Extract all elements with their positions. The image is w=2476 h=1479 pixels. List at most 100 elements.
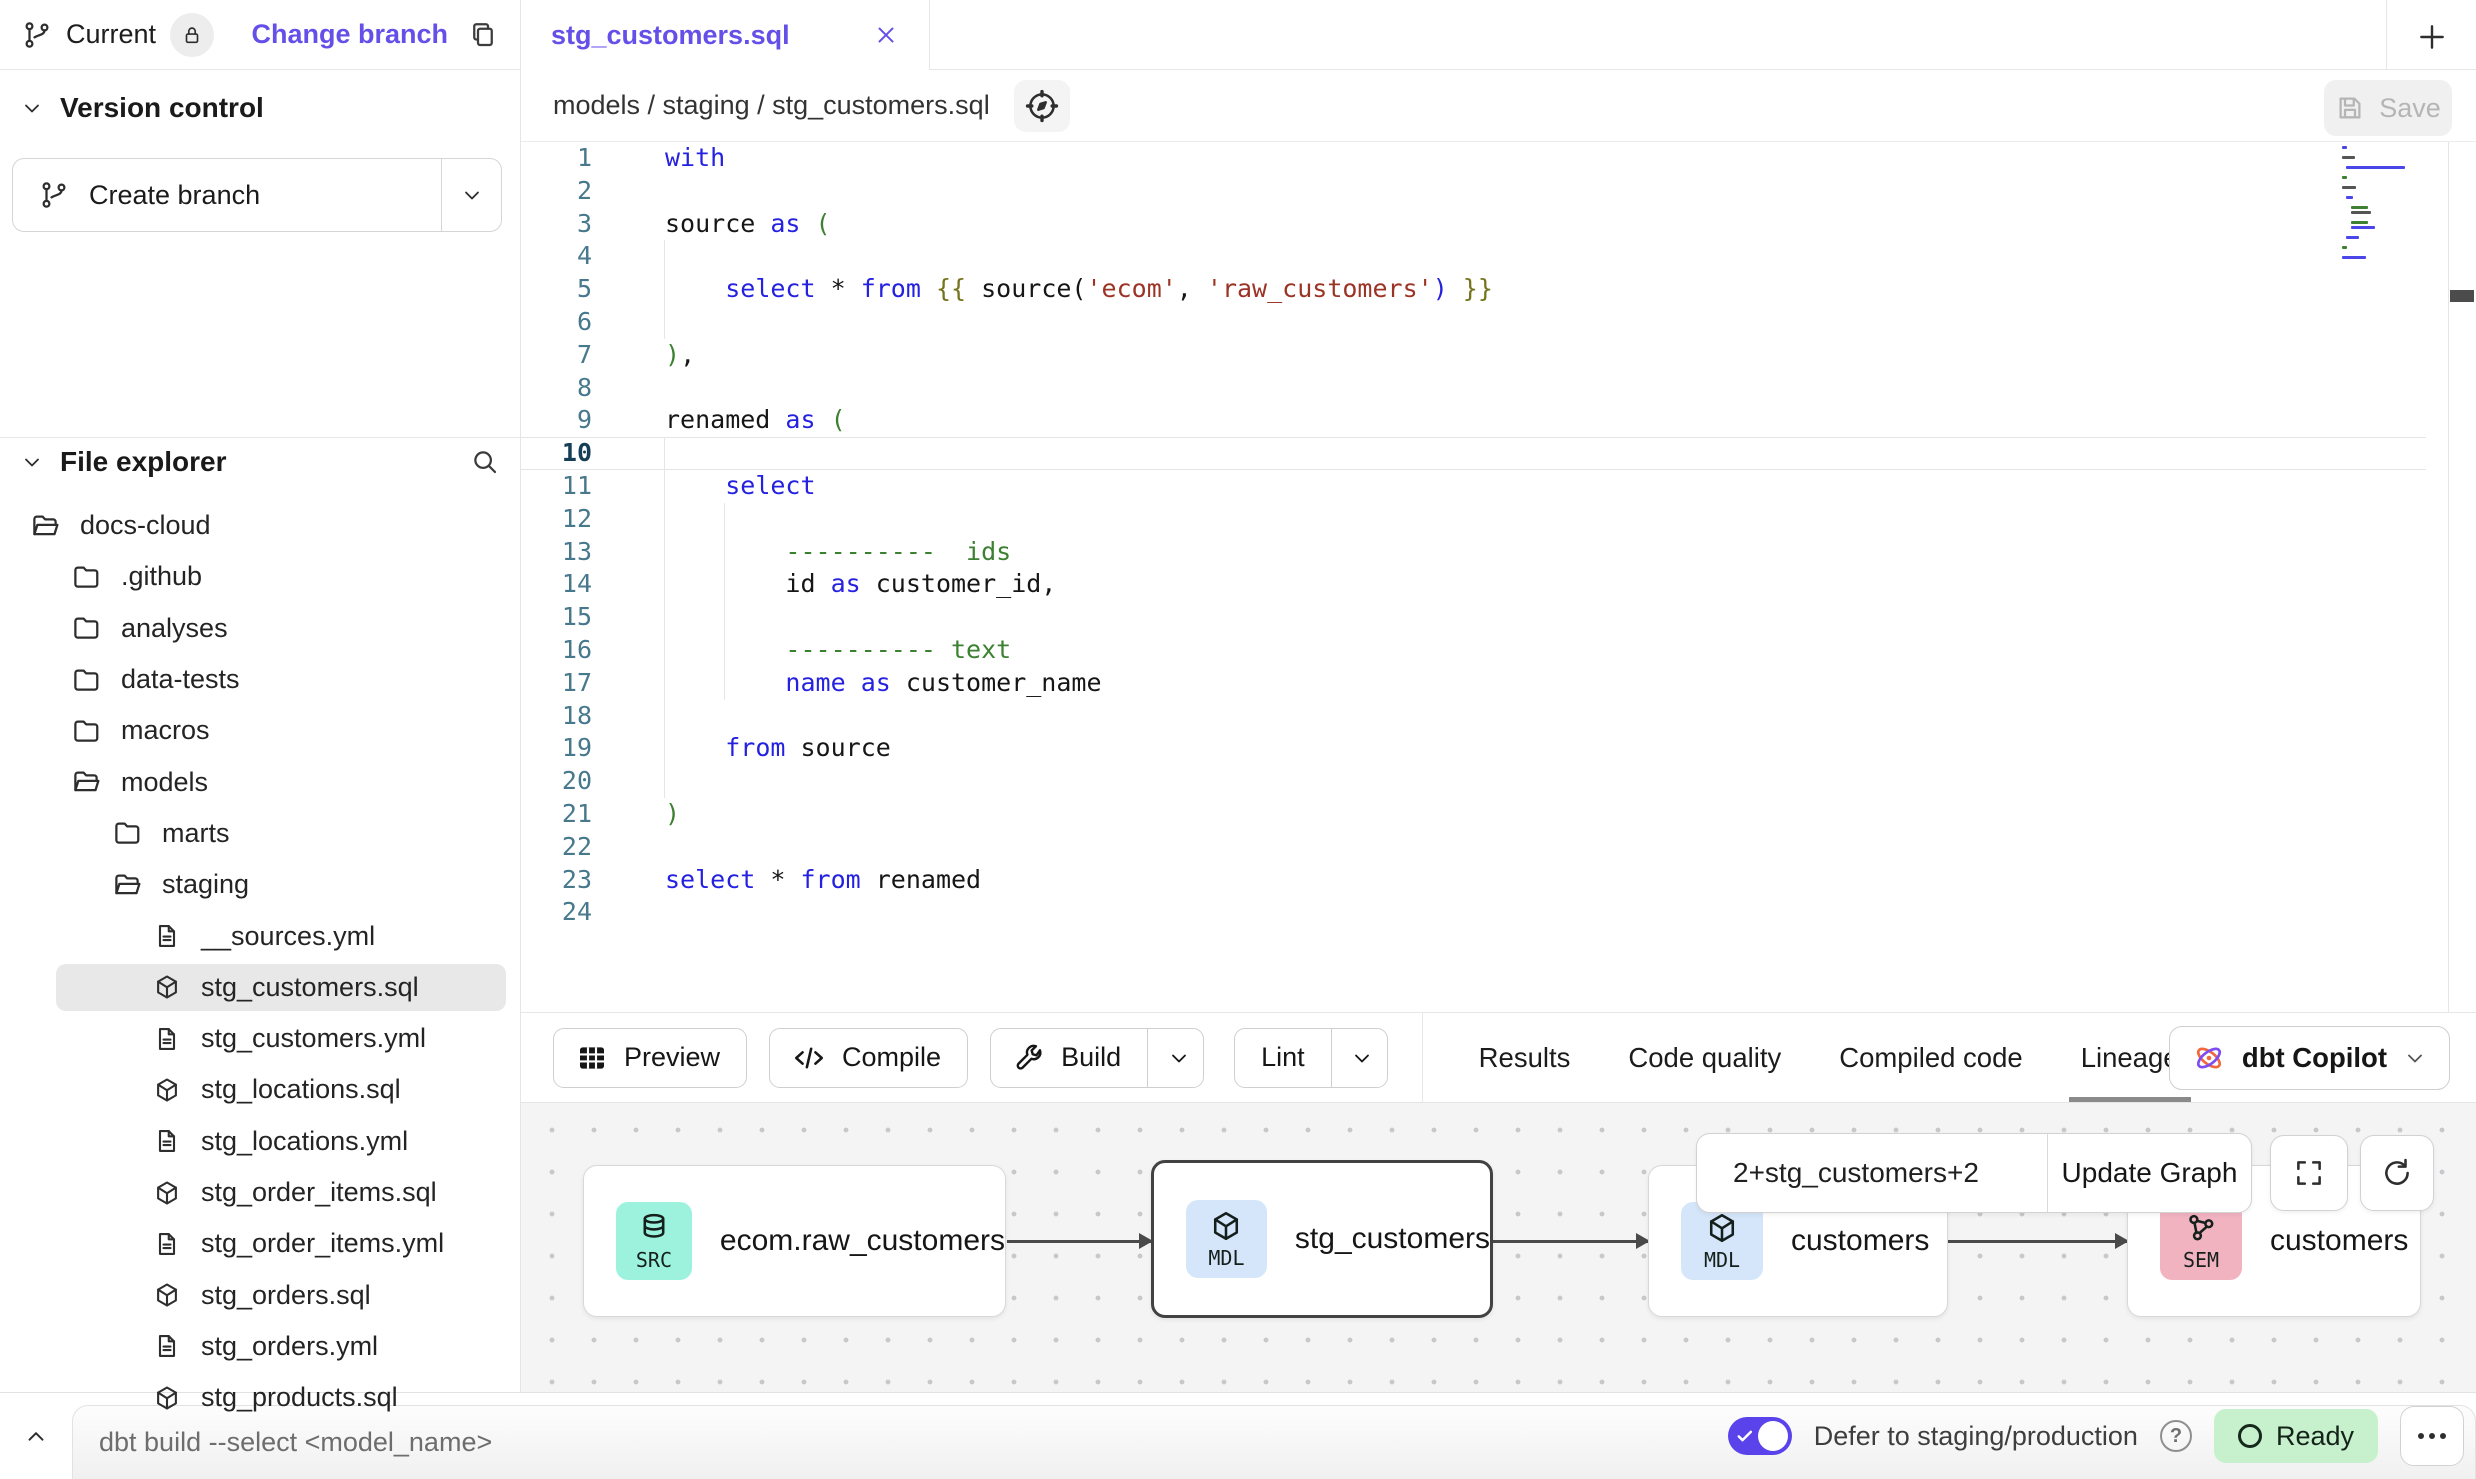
tab-results[interactable]: Results [1479,1013,1571,1103]
badge-label: MDL [1704,1248,1740,1272]
build-button[interactable]: Build [990,1028,1204,1088]
folder-open-icon [112,870,142,900]
version-control-header[interactable]: Version control [0,86,520,130]
code-line-8[interactable]: 8 [521,372,2476,405]
code-line-9[interactable]: 9renamed as ( [521,404,2476,437]
code-icon [770,1041,842,1075]
change-branch-link[interactable]: Change branch [251,19,448,50]
tree-item-macros[interactable]: macros [0,705,520,756]
line-content: ) [628,798,2476,831]
scrollbar-thumb[interactable] [2450,290,2474,302]
line-content: from source [628,732,2476,765]
code-line-18[interactable]: 18 [521,700,2476,733]
code-line-4[interactable]: 4 [521,240,2476,273]
code-line-3[interactable]: 3source as ( [521,208,2476,241]
lint-dropdown[interactable] [1331,1029,1387,1087]
code-line-7[interactable]: 7), [521,339,2476,372]
code-line-16[interactable]: 16 ---------- text [521,634,2476,667]
code-line-2[interactable]: 2 [521,175,2476,208]
tree-item-analyses[interactable]: analyses [0,603,520,654]
code-line-14[interactable]: 14 id as customer_id, [521,568,2476,601]
create-branch-button[interactable]: Create branch [12,158,502,232]
code-line-6[interactable]: 6 [521,306,2476,339]
refresh-button[interactable] [2360,1135,2434,1211]
code-line-24[interactable]: 24 [521,896,2476,929]
lineage-node-ecom-raw-customers[interactable]: SRCecom.raw_customers [583,1165,1006,1317]
new-tab-button[interactable] [2410,15,2454,59]
save-button[interactable]: Save [2324,80,2452,136]
tree-item-stg-order-items-sql[interactable]: stg_order_items.sql [0,1167,520,1218]
panel-tabs: Results Code quality Compiled code Lineage [1479,1013,2179,1103]
line-number: 16 [521,634,628,667]
tree-item-stg-customers-yml[interactable]: stg_customers.yml [0,1013,520,1064]
dbt-copilot-button[interactable]: dbt Copilot [2169,1026,2450,1090]
code-line-22[interactable]: 22 [521,831,2476,864]
tree-item-stg-orders-yml[interactable]: stg_orders.yml [0,1321,520,1372]
tree-item-stg-orders-sql[interactable]: stg_orders.sql [0,1269,520,1320]
line-content [628,240,2476,273]
tree-item-docs-cloud[interactable]: docs-cloud [0,500,520,551]
tab-lineage[interactable]: Lineage [2081,1013,2179,1103]
lint-button[interactable]: Lint [1234,1028,1388,1088]
lineage-panel[interactable]: SRCecom.raw_customers MDLstg_customers MDL… [521,1102,2476,1392]
search-icon[interactable] [470,447,500,477]
file-explorer-header[interactable]: File explorer [0,434,520,490]
indent-guide [664,470,665,503]
code-line-23[interactable]: 23select * from renamed [521,864,2476,897]
ready-status-badge[interactable]: Ready [2214,1409,2378,1463]
minimap[interactable] [2342,146,2430,208]
tree-item-models[interactable]: models [0,756,520,807]
collapse-panel-button[interactable] [14,1417,58,1457]
update-graph-button[interactable]: Update Graph [2048,1134,2251,1212]
command-placeholder: dbt build --select <model_name> [99,1427,492,1458]
lineage-node-stg-customers[interactable]: MDLstg_customers [1151,1160,1493,1318]
close-icon[interactable] [873,22,899,48]
code-line-11[interactable]: 11 select [521,470,2476,503]
tab-compiled-code[interactable]: Compiled code [1839,1013,2022,1103]
tree-item-data-tests[interactable]: data-tests [0,654,520,705]
code-line-5[interactable]: 5 select * from {{ source('ecom', 'raw_c… [521,273,2476,306]
code-line-15[interactable]: 15 [521,601,2476,634]
cube-icon [1209,1209,1243,1243]
folder-icon [71,665,101,695]
preview-button[interactable]: Preview [553,1028,747,1088]
chevron-down-icon [460,183,484,207]
tree-item-label: data-tests [121,664,240,695]
defer-toggle[interactable] [1728,1417,1792,1455]
line-content [628,896,2476,929]
line-content [628,503,2476,536]
more-options-button[interactable] [2400,1406,2464,1466]
tree-item-staging[interactable]: staging [0,859,520,910]
code-line-12[interactable]: 12 [521,503,2476,536]
tree-item-stg-order-items-yml[interactable]: stg_order_items.yml [0,1218,520,1269]
line-number: 19 [521,732,628,765]
code-line-13[interactable]: 13 ---------- ids [521,536,2476,569]
current-branch-label: Current [66,19,156,50]
lineage-selector-input[interactable]: 2+stg_customers+2 [1697,1134,2048,1212]
code-line-1[interactable]: 1with [521,142,2476,175]
help-icon[interactable]: ? [2160,1420,2192,1452]
scrollbar[interactable] [2448,142,2476,1012]
create-branch-main[interactable]: Create branch [13,159,441,231]
code-editor[interactable]: 1with23source as (45 select * from {{ so… [521,142,2476,1012]
create-branch-dropdown[interactable] [441,159,501,231]
code-line-21[interactable]: 21) [521,798,2476,831]
tree-item--sources-yml[interactable]: __sources.yml [0,910,520,961]
tree-item-stg-locations-yml[interactable]: stg_locations.yml [0,1116,520,1167]
tab-code-quality[interactable]: Code quality [1628,1013,1781,1103]
copy-icon[interactable] [468,20,498,50]
copilot-compass-button[interactable] [1014,80,1070,132]
tree-item-label: models [121,767,208,798]
compile-button[interactable]: Compile [769,1028,968,1088]
build-dropdown[interactable] [1147,1029,1203,1087]
code-line-10[interactable]: 10 [521,437,2476,470]
fullscreen-button[interactable] [2270,1135,2348,1211]
code-line-20[interactable]: 20 [521,765,2476,798]
tree-item--github[interactable]: .github [0,551,520,602]
tab-stg-customers[interactable]: stg_customers.sql [521,0,930,70]
tree-item-marts[interactable]: marts [0,808,520,859]
code-line-19[interactable]: 19 from source [521,732,2476,765]
code-line-17[interactable]: 17 name as customer_name [521,667,2476,700]
tree-item-stg-customers-sql[interactable]: stg_customers.sql [0,962,520,1013]
tree-item-stg-locations-sql[interactable]: stg_locations.sql [0,1064,520,1115]
